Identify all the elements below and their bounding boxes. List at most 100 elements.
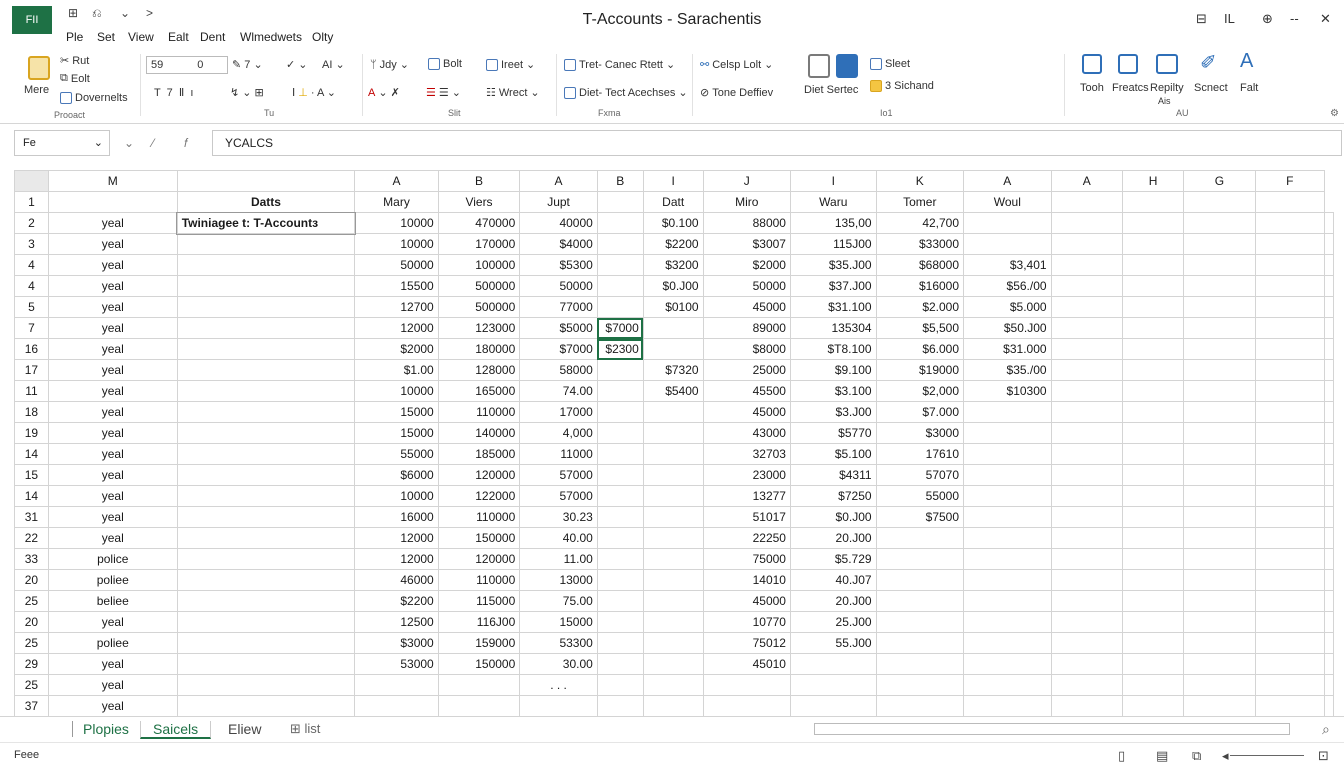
- font-name-box[interactable]: 59 0: [146, 56, 228, 74]
- cell[interactable]: [1050, 548, 1123, 570]
- cell[interactable]: 74.00: [519, 380, 598, 402]
- cell[interactable]: 12500: [354, 611, 439, 633]
- cell[interactable]: [1050, 485, 1123, 507]
- cell[interactable]: [1050, 674, 1123, 696]
- insert-button[interactable]: Ireet ⌄: [486, 58, 535, 71]
- cell[interactable]: 77000: [519, 296, 598, 318]
- cell[interactable]: [1050, 611, 1123, 633]
- cell[interactable]: $31.100: [789, 296, 877, 318]
- cell[interactable]: $68000: [875, 254, 965, 276]
- cell[interactable]: $T8.100: [789, 338, 877, 360]
- cell[interactable]: yeal: [47, 443, 178, 465]
- cell[interactable]: $2.000: [875, 296, 965, 318]
- cell[interactable]: [596, 632, 644, 654]
- border-icon[interactable]: ↯ ⌄ ⊞: [230, 86, 264, 99]
- cell[interactable]: [437, 695, 521, 717]
- cell[interactable]: 53300: [519, 632, 598, 654]
- cell[interactable]: 15500: [354, 275, 439, 297]
- cell[interactable]: $7000: [596, 317, 644, 339]
- cell[interactable]: $3200: [642, 254, 704, 276]
- horizontal-scrollbar[interactable]: [814, 723, 1290, 735]
- cell[interactable]: [642, 464, 704, 486]
- cell[interactable]: [1121, 527, 1185, 549]
- cell[interactable]: 50000: [519, 275, 598, 297]
- undo-icon[interactable]: ⎌: [92, 6, 102, 21]
- cell[interactable]: [1254, 254, 1326, 276]
- cell[interactable]: yeal: [47, 485, 178, 507]
- cell[interactable]: [1121, 695, 1185, 717]
- cell[interactable]: [1254, 275, 1326, 297]
- bolt-button[interactable]: Bolt: [428, 58, 462, 70]
- cell[interactable]: $0100: [642, 296, 704, 318]
- cell[interactable]: [642, 653, 704, 675]
- cell[interactable]: 15000: [519, 611, 598, 633]
- menu-item-worksheets[interactable]: Wlmedwets: [240, 30, 302, 44]
- cell[interactable]: [963, 443, 1052, 465]
- row-header[interactable]: 5: [14, 296, 49, 318]
- cell[interactable]: $6.000: [875, 338, 965, 360]
- cell[interactable]: [1324, 464, 1334, 486]
- cell[interactable]: [1254, 233, 1326, 255]
- cell[interactable]: $31.000: [963, 338, 1052, 360]
- cell[interactable]: [1254, 359, 1326, 381]
- menu-item-ealt[interactable]: Ealt: [168, 30, 189, 44]
- cell[interactable]: yeal: [47, 233, 178, 255]
- cell[interactable]: $7500: [875, 506, 965, 528]
- cell[interactable]: yeal: [47, 254, 178, 276]
- pen-icon[interactable]: ✎ 7 ⌄: [232, 58, 263, 71]
- row-header[interactable]: 2: [14, 212, 49, 234]
- cell[interactable]: [1121, 464, 1185, 486]
- cell[interactable]: [1121, 233, 1185, 255]
- cell[interactable]: [642, 569, 704, 591]
- sheet-tab-saicels[interactable]: Saicels: [140, 721, 212, 739]
- cell[interactable]: [596, 212, 644, 234]
- cell[interactable]: 115J00: [789, 233, 877, 255]
- cell[interactable]: yeal: [47, 506, 178, 528]
- cell[interactable]: [176, 401, 356, 423]
- cell[interactable]: [1183, 380, 1256, 402]
- cell[interactable]: 16000: [354, 506, 439, 528]
- cell[interactable]: 14010: [702, 569, 791, 591]
- cell[interactable]: [963, 485, 1052, 507]
- cell[interactable]: yeal: [47, 674, 178, 696]
- row-header[interactable]: 11: [14, 380, 49, 402]
- cell[interactable]: $0.100: [642, 212, 704, 234]
- cell[interactable]: [176, 653, 356, 675]
- paste-icon[interactable]: [28, 56, 50, 80]
- check-icon[interactable]: ✓ ⌄: [286, 58, 308, 71]
- cell[interactable]: 53000: [354, 653, 439, 675]
- cell[interactable]: 20.J00: [789, 527, 877, 549]
- cell[interactable]: [1254, 401, 1326, 423]
- cell[interactable]: $9.100: [789, 359, 877, 381]
- cell[interactable]: 13000: [519, 569, 598, 591]
- cell[interactable]: [963, 548, 1052, 570]
- column-header[interactable]: H: [1121, 170, 1185, 192]
- cell[interactable]: $37.J00: [789, 275, 877, 297]
- cell[interactable]: [963, 653, 1052, 675]
- zoom-out-icon[interactable]: ◂: [1222, 748, 1229, 764]
- sheet-tab-eliew[interactable]: Eliew: [228, 721, 261, 737]
- cell[interactable]: [1324, 548, 1334, 570]
- cell[interactable]: [642, 632, 704, 654]
- cell[interactable]: [875, 632, 965, 654]
- cell[interactable]: [1183, 317, 1256, 339]
- cell[interactable]: $5770: [789, 422, 877, 444]
- cell[interactable]: [1050, 338, 1123, 360]
- cell[interactable]: $1.00: [354, 359, 439, 381]
- format-painter-button[interactable]: Dovernelts: [60, 92, 128, 104]
- menu-item-set[interactable]: Set: [97, 30, 115, 44]
- cell[interactable]: $3000: [354, 632, 439, 654]
- cell[interactable]: [1254, 443, 1326, 465]
- row-header[interactable]: 3: [14, 233, 49, 255]
- cell[interactable]: [963, 674, 1052, 696]
- copy-button[interactable]: ⧉ Eolt: [60, 72, 90, 85]
- features-icon[interactable]: [1118, 54, 1138, 74]
- cell[interactable]: yeal: [47, 359, 178, 381]
- cell[interactable]: [1050, 506, 1123, 528]
- cell[interactable]: 500000: [437, 275, 521, 297]
- cell[interactable]: poliee: [47, 632, 178, 654]
- cell[interactable]: [789, 674, 877, 696]
- cell[interactable]: [596, 296, 644, 318]
- cell[interactable]: 43000: [702, 422, 791, 444]
- row-header[interactable]: 20: [14, 611, 49, 633]
